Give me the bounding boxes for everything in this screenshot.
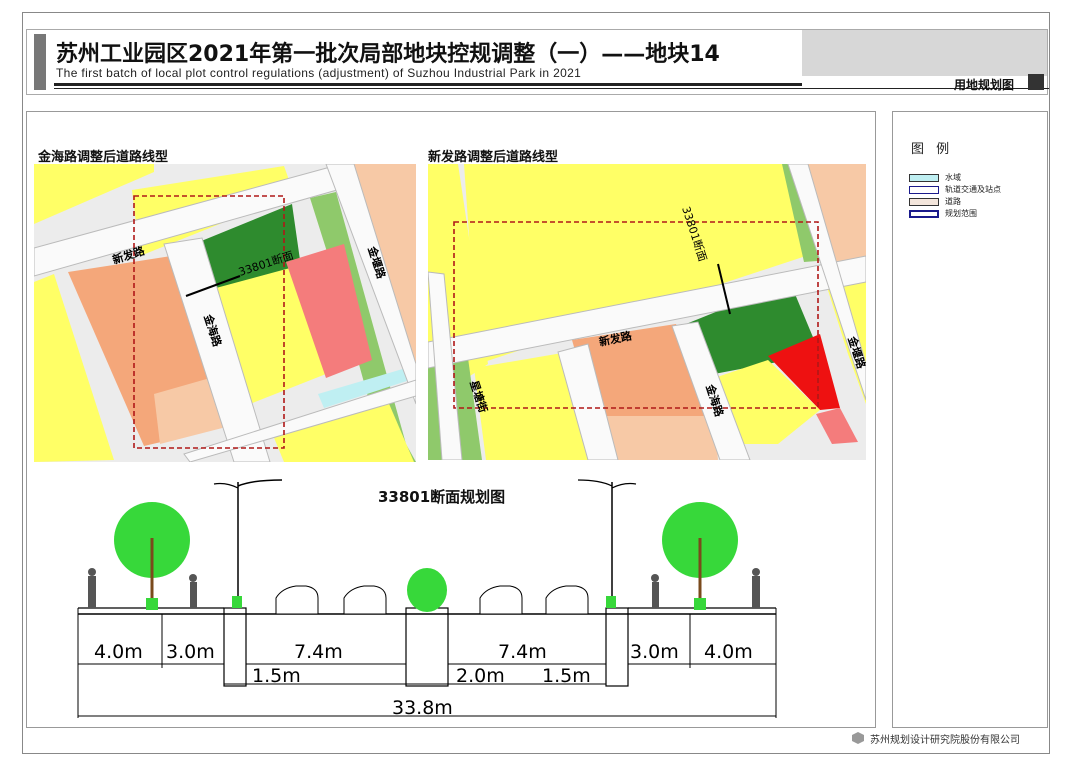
company-logo-icon: [852, 732, 864, 744]
company-name: 苏州规划设计研究院股份有限公司: [870, 735, 1020, 746]
tree-left: [114, 502, 190, 610]
median-shrub: [407, 568, 447, 612]
legend-swatch-road: [909, 198, 939, 206]
legend-title: 图 例: [911, 142, 954, 157]
title-rule: [54, 83, 802, 86]
left-separator: [223, 607, 247, 687]
dim-median: 2.0m: [456, 665, 505, 687]
sheet-type-label: 用地规划图: [954, 78, 1015, 92]
legend-label: 水域: [945, 173, 961, 182]
street-lamp-right: [577, 479, 637, 608]
right-separator: [605, 607, 629, 687]
dim-left-bike: 3.0m: [166, 641, 215, 663]
left-map: 新发路 33801断面 金海路 金堰路: [34, 164, 416, 462]
page-subtitle: The first batch of local plot control re…: [56, 66, 582, 80]
sheet-type-marker: [1028, 74, 1044, 90]
legend-swatch-rail: [909, 186, 939, 194]
dim-right-bike: 3.0m: [630, 641, 679, 663]
left-map-title: 金海路调整后道路线型: [38, 150, 169, 165]
dim-right-sidewalk: 4.0m: [704, 641, 753, 663]
title-rule-thin: [54, 88, 1049, 89]
title-grey-panel: [802, 30, 1047, 76]
tree-right: [662, 502, 738, 610]
dim-right-lanes: 7.4m: [498, 641, 547, 663]
right-map-title: 新发路调整后道路线型: [428, 150, 559, 165]
cross-section-drawing: 4.0m 3.0m 7.4m 7.4m 3.0m 4.0m 1.5m 2.0m …: [72, 478, 782, 724]
dim-right-separator: 1.5m: [542, 665, 591, 687]
dim-left-lanes: 7.4m: [294, 641, 343, 663]
median: [405, 607, 449, 687]
dim-total: 33.8m: [392, 697, 453, 719]
legend-swatch-boundary: [909, 210, 939, 218]
right-map: 新发路 33801断面 金海路 金堰路 星塘街: [428, 164, 866, 460]
dim-left-separator: 1.5m: [252, 665, 301, 687]
legend-label: 道路: [945, 197, 961, 206]
legend-label: 轨道交通及站点: [945, 185, 1001, 194]
legend-label: 规划范围: [945, 209, 977, 218]
street-lamp-left: [213, 479, 283, 608]
title-accent-bar: [34, 34, 46, 90]
page-title: 苏州工业园区2021年第一批次局部地块控规调整（一）——地块14: [56, 42, 720, 67]
legend-swatch-water: [909, 174, 939, 182]
legend-panel: 图 例 水域 轨道交通及站点 道路 规划范围: [892, 111, 1048, 728]
dim-left-sidewalk: 4.0m: [94, 641, 143, 663]
